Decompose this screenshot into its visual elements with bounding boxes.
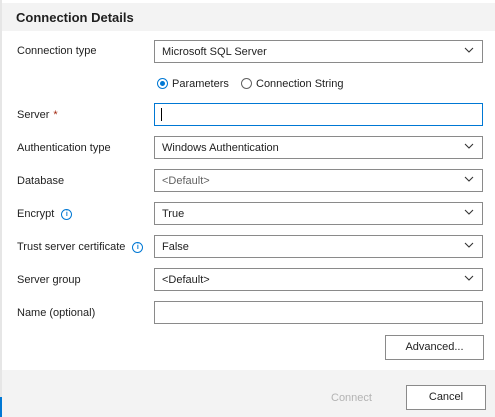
encrypt-value: True [162, 208, 185, 220]
server-input[interactable] [154, 103, 483, 126]
chevron-down-icon [464, 47, 474, 53]
text-caret [161, 108, 162, 121]
chevron-down-icon [464, 275, 474, 281]
chevron-down-icon [464, 242, 474, 248]
chevron-down-icon [464, 143, 474, 149]
required-marker: * [53, 109, 58, 121]
radio-connection-string-circle [241, 78, 252, 89]
dialog-title: Connection Details [16, 10, 134, 25]
name-input[interactable] [154, 301, 483, 324]
trust-cert-value: False [162, 241, 189, 253]
radio-connection-string-label: Connection String [256, 78, 344, 90]
trust-cert-label-text: Trust server certificate [17, 241, 126, 253]
chevron-down-icon [464, 209, 474, 215]
connection-type-select[interactable]: Microsoft SQL Server [154, 40, 483, 63]
radio-parameters-label: Parameters [172, 78, 229, 90]
radio-parameters-circle [157, 78, 168, 89]
server-label-text: Server [17, 109, 50, 121]
auth-type-label: Authentication type [17, 142, 111, 154]
auth-type-value: Windows Authentication [162, 142, 279, 154]
connect-button[interactable]: Connect [331, 392, 372, 404]
chevron-down-icon [464, 176, 474, 182]
dialog-header: Connection Details [2, 3, 495, 31]
advanced-button[interactable]: Advanced... [385, 335, 484, 360]
server-group-value: <Default> [162, 274, 210, 286]
server-group-label: Server group [17, 274, 81, 286]
left-edge [0, 0, 2, 417]
server-group-select[interactable]: <Default> [154, 268, 483, 291]
connection-type-value: Microsoft SQL Server [162, 46, 267, 58]
info-icon[interactable]: i [61, 209, 73, 220]
info-icon[interactable]: i [132, 242, 144, 253]
connection-type-label: Connection type [17, 45, 97, 57]
trust-cert-label: Trust server certificate i [17, 241, 144, 253]
cancel-button[interactable]: Cancel [406, 385, 486, 410]
auth-type-select[interactable]: Windows Authentication [154, 136, 483, 159]
name-label: Name (optional) [17, 307, 96, 319]
database-value: <Default> [162, 175, 210, 187]
trust-cert-select[interactable]: False [154, 235, 483, 258]
encrypt-label: Encrypt i [17, 208, 73, 220]
encrypt-select[interactable]: True [154, 202, 483, 225]
server-label: Server * [17, 109, 58, 121]
database-select[interactable]: <Default> [154, 169, 483, 192]
database-label: Database [17, 175, 65, 187]
encrypt-label-text: Encrypt [17, 208, 55, 220]
